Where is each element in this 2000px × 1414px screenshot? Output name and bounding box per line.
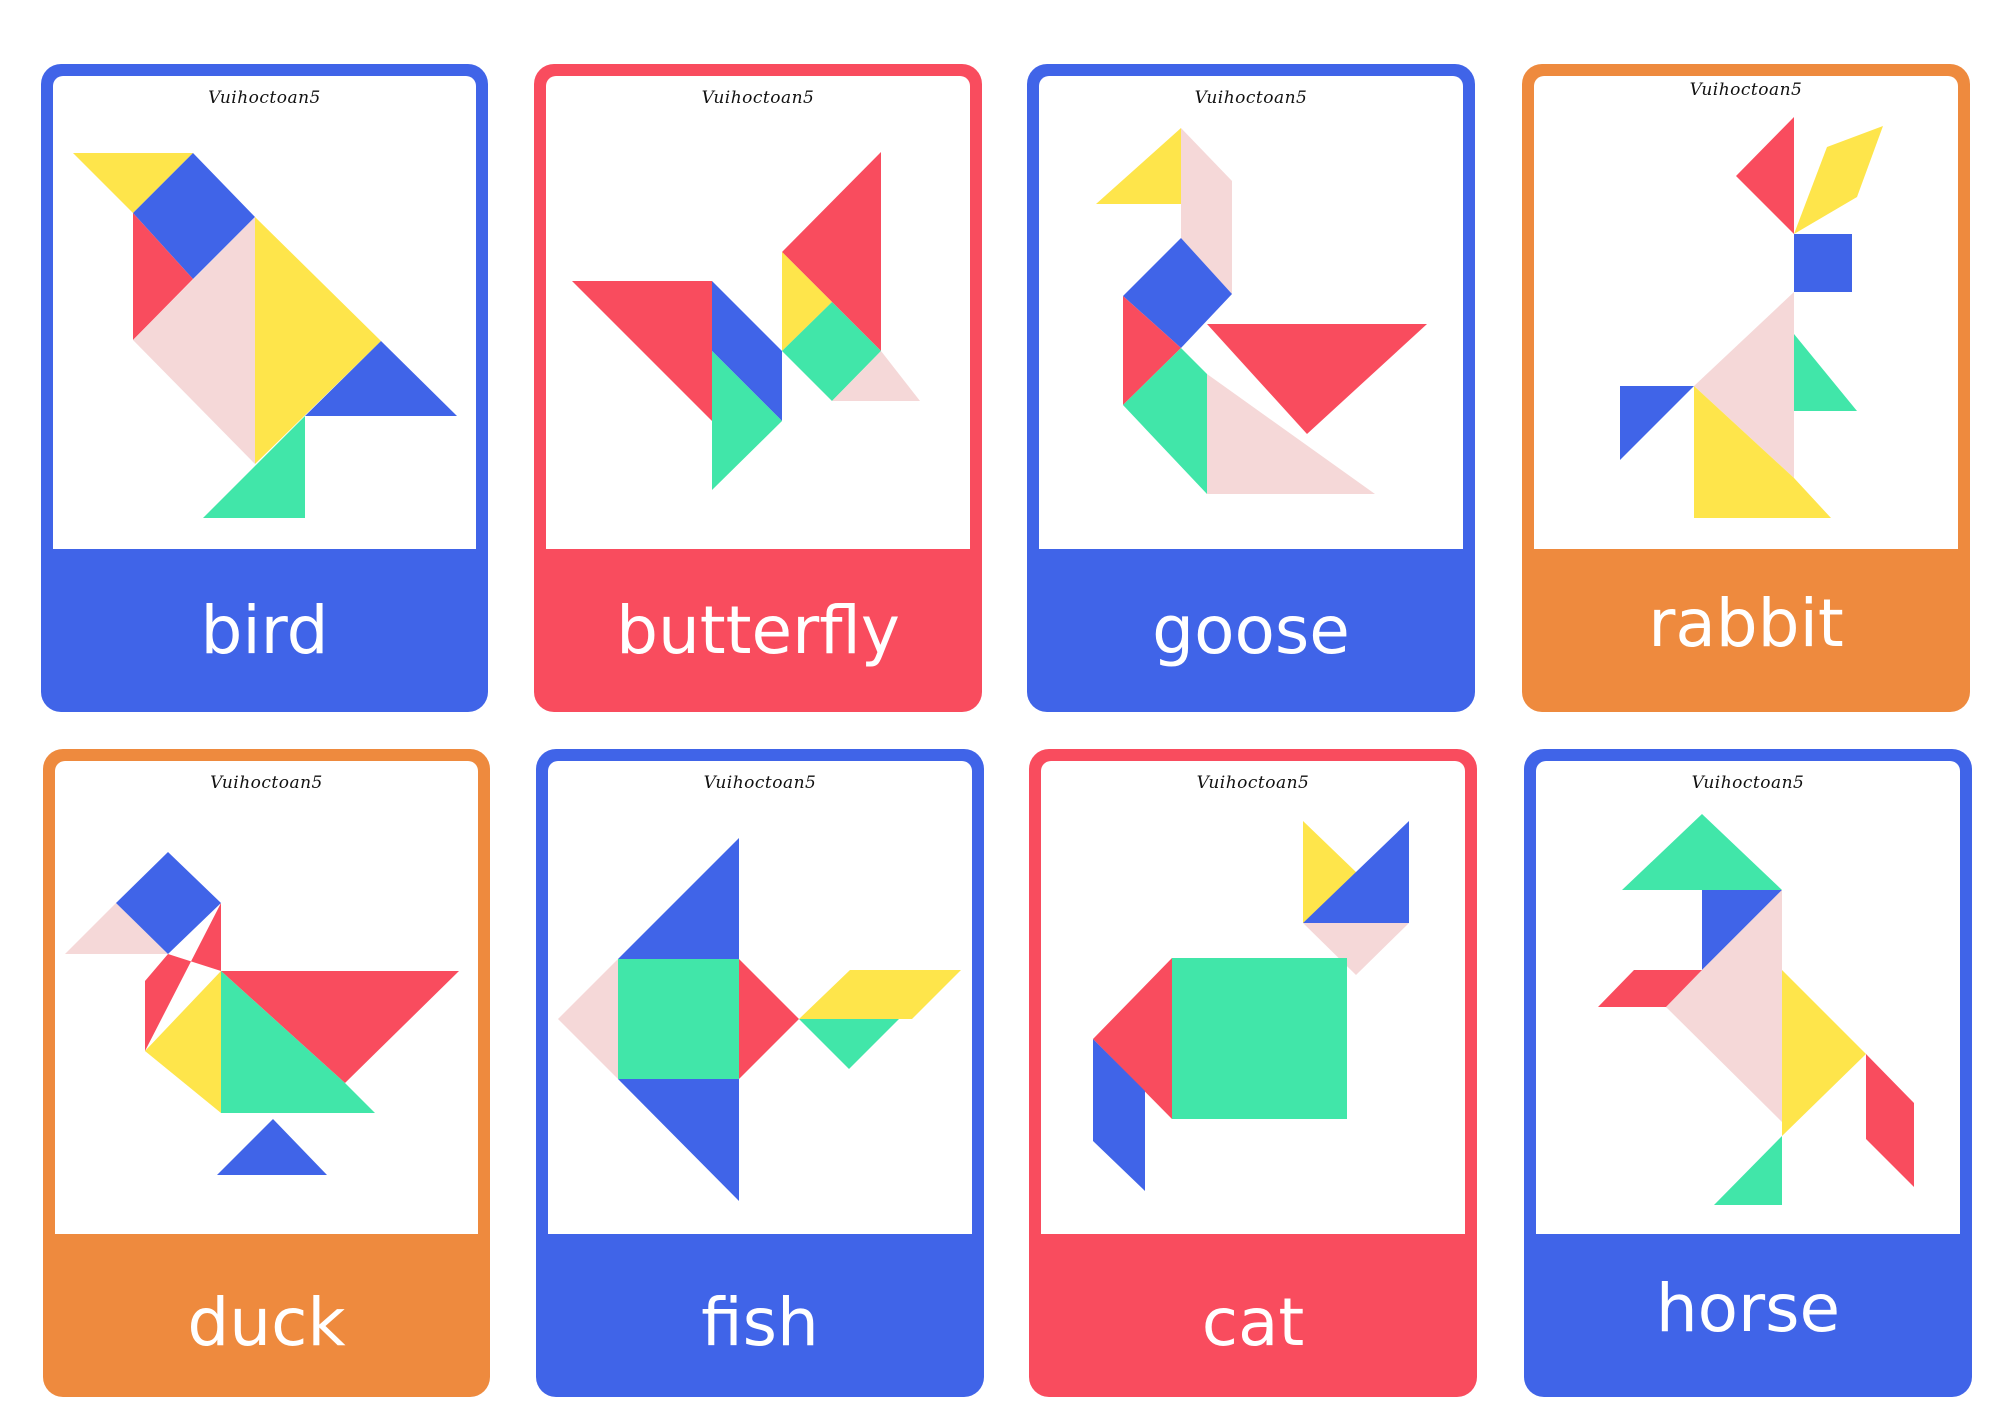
card-label: horse xyxy=(1655,1270,1841,1347)
card-label: rabbit xyxy=(1648,585,1844,662)
tangram-rabbit xyxy=(1620,117,1883,518)
tangram-duck xyxy=(65,852,459,1175)
card-label: butterfly xyxy=(616,592,900,669)
tangram-piece xyxy=(1096,128,1181,204)
card-label: fish xyxy=(701,1284,819,1361)
tangram-piece xyxy=(1866,1054,1914,1187)
card-label: bird xyxy=(200,592,329,669)
card-picture-area: Vuihoctoan5 xyxy=(53,76,476,549)
tangram-piece xyxy=(1172,958,1347,1119)
card-bird: Vuihoctoan5 bird xyxy=(41,64,488,712)
tangram-piece xyxy=(799,970,961,1019)
card-label: duck xyxy=(187,1284,346,1361)
card-picture-area: Vuihoctoan5 xyxy=(1536,761,1960,1234)
card-rabbit: Vuihoctoan5 rabbit xyxy=(1522,64,1970,712)
card-duck: Vuihoctoan5 duck xyxy=(43,749,490,1397)
tangram-piece xyxy=(572,281,712,421)
card-cat: Vuihoctoan5 cat xyxy=(1029,749,1477,1397)
tangram-piece xyxy=(217,1119,327,1175)
card-label: cat xyxy=(1201,1284,1305,1361)
tangram-fish xyxy=(558,838,961,1201)
tangram-bird xyxy=(73,153,457,518)
tangram-piece xyxy=(1620,386,1694,460)
tangram-piece xyxy=(1794,234,1852,292)
card-picture-area: Vuihoctoan5 xyxy=(1041,761,1465,1234)
card-goose: Vuihoctoan5 goose xyxy=(1027,64,1475,712)
tangram-piece xyxy=(618,959,739,1079)
tangram-horse xyxy=(1598,814,1914,1205)
tangram-piece xyxy=(558,959,618,1079)
card-fish: Vuihoctoan5 fish xyxy=(536,749,984,1397)
tangram-piece xyxy=(1782,970,1866,1136)
card-picture-area: Vuihoctoan5 xyxy=(1534,76,1958,549)
tangram-piece xyxy=(1736,117,1794,234)
card-horse: Vuihoctoan5 horse xyxy=(1524,749,1972,1397)
card-picture-area: Vuihoctoan5 xyxy=(546,76,970,549)
tangram-piece xyxy=(1794,334,1857,411)
card-picture-area: Vuihoctoan5 xyxy=(55,761,478,1234)
tangram-goose xyxy=(1096,128,1427,494)
tangram-piece xyxy=(799,1019,899,1069)
card-picture-area: Vuihoctoan5 xyxy=(1039,76,1463,549)
card-label: goose xyxy=(1152,592,1350,669)
tangram-piece xyxy=(618,838,739,959)
tangram-piece xyxy=(255,217,381,464)
tangram-piece xyxy=(739,959,799,1079)
tangram-piece xyxy=(1794,126,1883,234)
tangram-piece xyxy=(618,1079,739,1201)
tangram-piece xyxy=(1714,1136,1782,1205)
tangram-butterfly xyxy=(572,152,920,490)
tangram-cat xyxy=(1093,821,1409,1191)
card-picture-area: Vuihoctoan5 xyxy=(548,761,972,1234)
tangram-piece xyxy=(1622,814,1782,890)
card-butterfly: Vuihoctoan5 butterfly xyxy=(534,64,982,712)
